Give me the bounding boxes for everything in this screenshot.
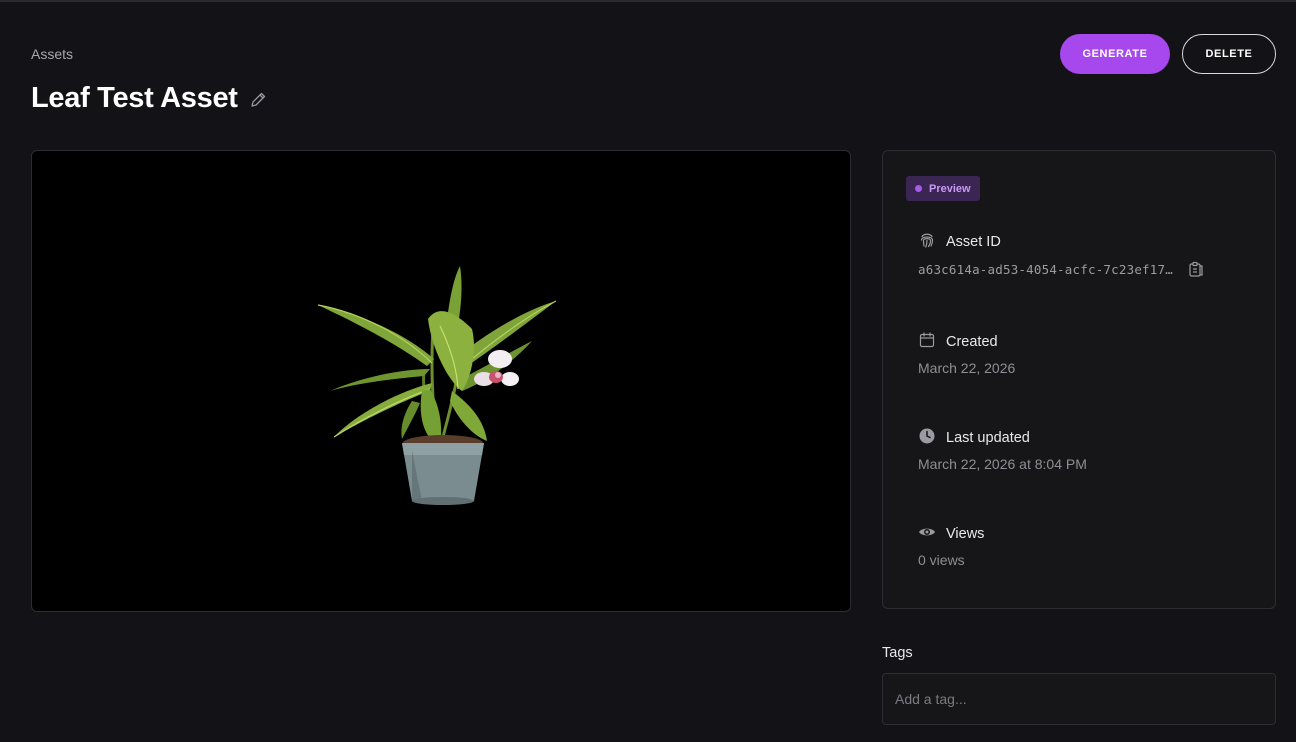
status-badge: Preview (906, 176, 980, 201)
updated-label: Last updated (946, 430, 1030, 446)
views-value: 0 views (918, 552, 965, 568)
generate-button[interactable]: GENERATE (1060, 34, 1170, 74)
copy-icon[interactable] (1187, 260, 1205, 278)
plant-preview (317, 266, 557, 505)
asset-viewer[interactable] (31, 150, 851, 612)
created-label: Created (946, 334, 998, 350)
status-dot (915, 185, 922, 192)
views-field: Views 0 views (918, 524, 984, 568)
title-row: Leaf Test Asset (31, 82, 268, 115)
created-field: Created March 22, 2026 (918, 331, 1016, 376)
delete-button[interactable]: DELETE (1182, 34, 1276, 74)
eye-icon (918, 523, 936, 546)
asset-id-label: Asset ID (946, 234, 1001, 250)
breadcrumb[interactable]: Assets (31, 46, 73, 62)
fingerprint-icon (918, 231, 936, 254)
asset-id-value: a63c614a-ad53-4054-acfc-7c23ef17… (918, 261, 1173, 277)
views-label: Views (946, 526, 985, 542)
tag-input[interactable] (882, 673, 1276, 725)
status-badge-label: Preview (929, 182, 971, 195)
clock-icon (918, 427, 936, 450)
asset-id-field: Asset ID a63c614a-ad53-4054-acfc-7c23ef1… (918, 232, 1205, 278)
updated-value: March 22, 2026 at 8:04 PM (918, 456, 1087, 472)
updated-field: Last updated March 22, 2026 at 8:04 PM (918, 428, 1087, 472)
calendar-icon (918, 331, 936, 354)
top-border (0, 0, 1296, 2)
pencil-icon[interactable] (248, 90, 268, 110)
page-title: Leaf Test Asset (31, 82, 238, 114)
asset-info-card: Preview Asset ID a63c614a-ad53-4054-acfc… (882, 150, 1276, 609)
created-value: March 22, 2026 (918, 360, 1016, 376)
tags-label: Tags (882, 645, 913, 661)
